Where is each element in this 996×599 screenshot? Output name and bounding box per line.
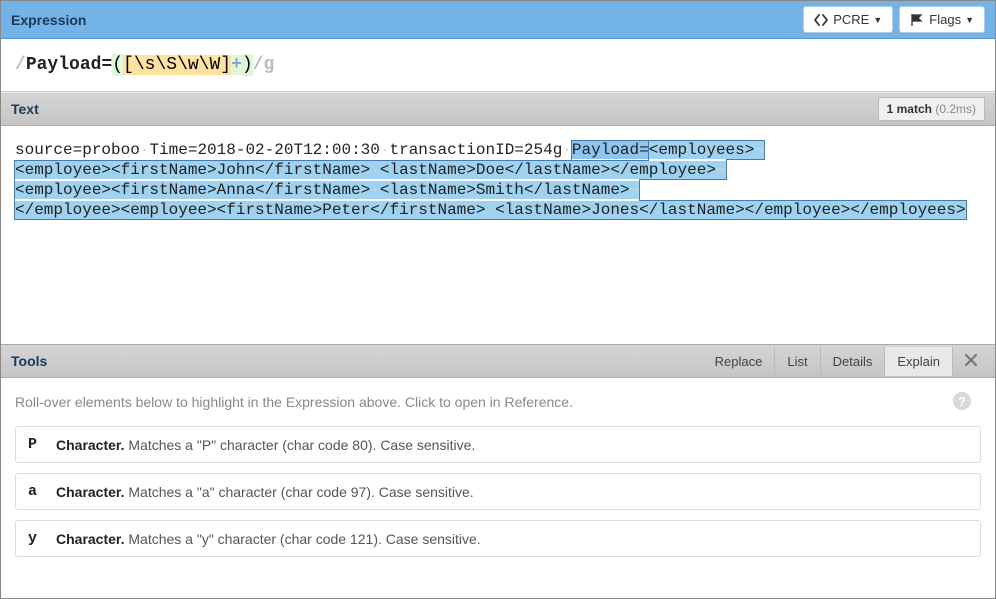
return-icon: ¬ [754, 141, 764, 159]
explain-hint: Roll-over elements below to highlight in… [15, 394, 981, 410]
text-segment: </employee><employee><firstName>Peter</f… [15, 201, 485, 219]
regex-flags: g [264, 55, 275, 75]
text-segment: <lastName>Jones</lastName></employee></e… [495, 201, 965, 219]
regex-group-open: ( [112, 54, 123, 76]
regex-literal: Payload= [26, 55, 112, 75]
flags-button[interactable]: Flags ▼ [899, 6, 985, 33]
explain-desc: Character. Matches a "y" character (char… [56, 531, 481, 547]
regex-class-close: ] [220, 55, 231, 75]
code-icon [814, 14, 828, 26]
whitespace-dot-icon: · [370, 161, 380, 179]
tab-explain[interactable]: Explain [884, 347, 952, 376]
explain-token: y [28, 530, 56, 547]
text-segment: <employee><firstName>John</firstName> [15, 161, 370, 179]
expression-input[interactable]: /Payload=([\s\S\w\W]+)/g [1, 39, 995, 92]
match-count-badge: 1 match (0.2ms) [878, 97, 985, 121]
regex-open-delim: / [15, 55, 26, 75]
explain-panel: ? Roll-over elements below to highlight … [1, 378, 995, 598]
tools-title: Tools [11, 353, 703, 369]
expression-header: Expression PCRE ▼ Flags ▼ [1, 1, 995, 39]
explain-token: P [28, 436, 56, 453]
flags-label: Flags [929, 12, 961, 27]
text-segment: <employee><firstName>Anna</firstName> [15, 181, 370, 199]
text-segment: source=proboo [15, 141, 140, 159]
match-count: 1 match [887, 102, 932, 116]
text-segment: <lastName>Smith</lastName> [380, 181, 630, 199]
return-icon: ¬ [716, 161, 726, 179]
text-segment: <lastName>Doe</lastName></employee> [380, 161, 716, 179]
regex-quantifier: + [231, 55, 242, 75]
tab-replace[interactable]: Replace [703, 347, 775, 376]
app-root: Expression PCRE ▼ Flags ▼ /Payload=([\s\… [0, 0, 996, 599]
explain-desc: Character. Matches a "P" character (char… [56, 437, 475, 453]
regex-class-open: [ [123, 55, 134, 75]
expression-title: Expression [11, 12, 797, 28]
close-icon [965, 354, 977, 366]
tab-list[interactable]: List [774, 347, 819, 376]
whitespace-dot-icon: · [140, 141, 150, 159]
regex-close-delim: / [253, 55, 264, 75]
whitespace-dot-icon: · [562, 141, 572, 159]
whitespace-dot-icon: · [370, 181, 380, 199]
regex-class-body: \s\S\w\W [134, 55, 220, 75]
match-time: (0.2ms) [935, 102, 976, 116]
explain-row[interactable]: y Character. Matches a "y" character (ch… [15, 520, 981, 557]
text-segment: <employees> [649, 141, 755, 159]
explain-row[interactable]: P Character. Matches a "P" character (ch… [15, 426, 981, 463]
flavor-label: PCRE [833, 12, 869, 27]
flag-icon [910, 14, 924, 26]
explain-row[interactable]: a Character. Matches a "a" character (ch… [15, 473, 981, 510]
explain-desc: Character. Matches a "a" character (char… [56, 484, 474, 500]
help-icon[interactable]: ? [953, 392, 971, 410]
test-text-input[interactable]: source=proboo·Time=2018-02-20T12:00:30·t… [1, 126, 995, 344]
regex-group-close: ) [242, 54, 253, 76]
text-title: Text [11, 101, 878, 117]
text-header: Text 1 match (0.2ms) [1, 92, 995, 126]
caret-down-icon: ▼ [965, 15, 974, 25]
whitespace-dot-icon: · [485, 201, 495, 219]
tools-header: Tools Replace List Details Explain [1, 344, 995, 378]
text-segment: Time=2018-02-20T12:00:30 [149, 141, 379, 159]
return-icon: ¬ [630, 181, 640, 199]
text-segment: transactionID=254g [389, 141, 562, 159]
caret-down-icon: ▼ [873, 15, 882, 25]
flavor-button[interactable]: PCRE ▼ [803, 6, 893, 33]
tab-details[interactable]: Details [820, 347, 885, 376]
text-segment: Payload= [572, 141, 649, 159]
tools-close-button[interactable] [952, 347, 989, 376]
explain-token: a [28, 483, 56, 500]
